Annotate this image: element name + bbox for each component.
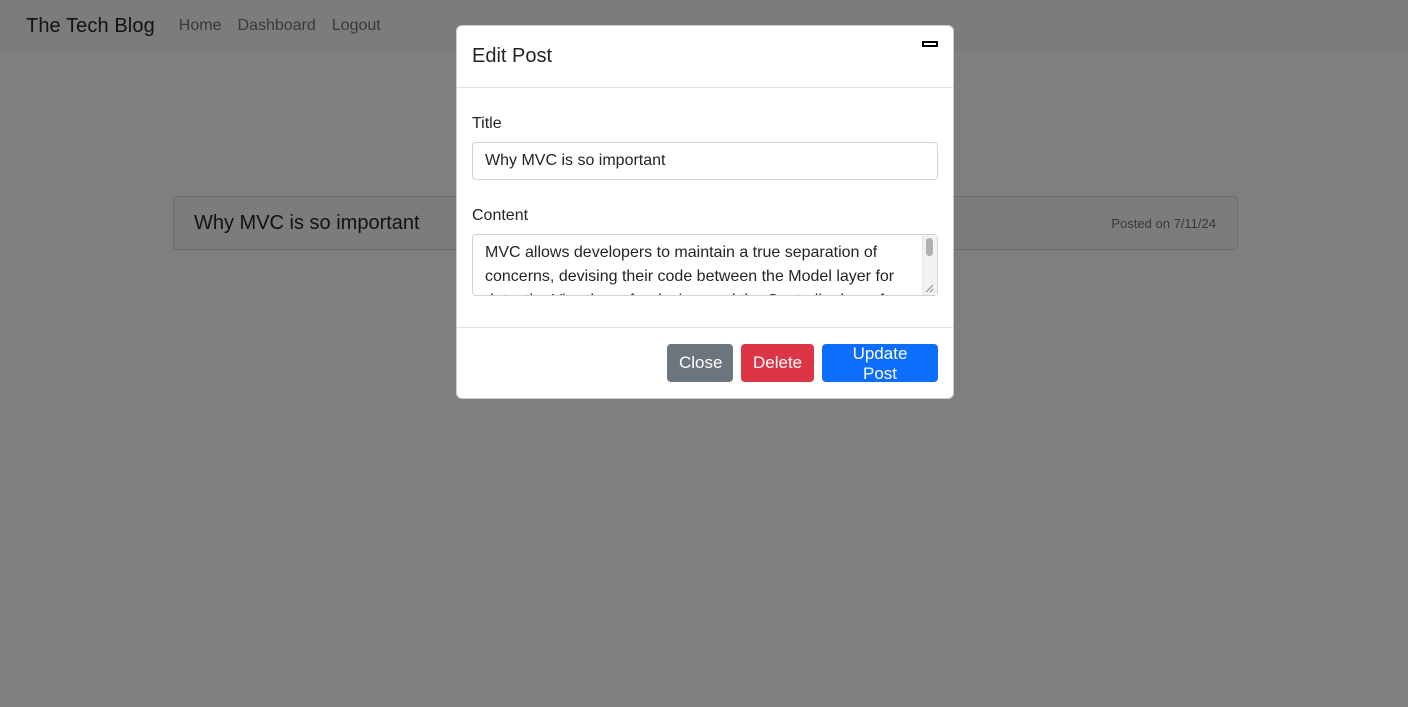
title-label: Title bbox=[472, 115, 502, 132]
modal-footer: Close Delete Update Post bbox=[457, 328, 953, 398]
delete-button[interactable]: Delete bbox=[741, 344, 814, 382]
title-input[interactable] bbox=[472, 142, 938, 180]
modal-header: Edit Post bbox=[457, 26, 953, 88]
content-label: Content bbox=[472, 207, 529, 224]
modal-body: Title Content MVC allows developers to m… bbox=[457, 88, 953, 328]
resize-grip-icon[interactable] bbox=[924, 283, 934, 293]
edit-post-modal: Edit Post Title Content MVC allows devel… bbox=[456, 25, 954, 399]
scrollbar-thumb[interactable] bbox=[926, 238, 933, 256]
close-icon[interactable] bbox=[922, 41, 938, 47]
content-textarea[interactable]: MVC allows developers to maintain a true… bbox=[472, 234, 938, 296]
close-button[interactable]: Close bbox=[667, 344, 733, 382]
modal-title: Edit Post bbox=[472, 45, 553, 67]
update-post-button[interactable]: Update Post bbox=[822, 344, 938, 383]
